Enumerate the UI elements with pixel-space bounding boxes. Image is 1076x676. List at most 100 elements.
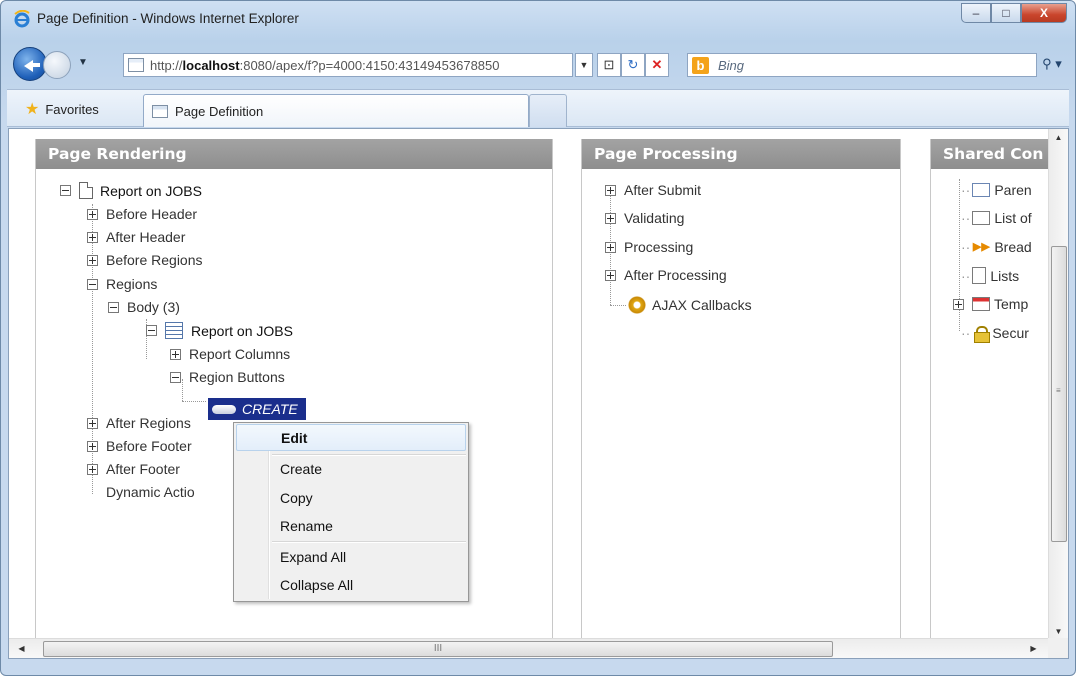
- tree-item-create-button[interactable]: CREATE: [208, 398, 306, 420]
- expand-icon[interactable]: [605, 184, 616, 196]
- tree-item-label: After Processing: [624, 267, 727, 283]
- tree-item-region-buttons[interactable]: Region Buttons: [170, 369, 285, 385]
- tree-item-label: Regions: [106, 276, 158, 292]
- minimize-button[interactable]: –: [961, 3, 991, 23]
- address-dropdown-icon[interactable]: ▼: [575, 53, 593, 77]
- tree-item-breadcrumbs[interactable]: ·· ▶▶ Bread: [961, 239, 1032, 255]
- refresh-icon[interactable]: ↻: [621, 53, 645, 77]
- tree-item-body[interactable]: Body (3): [108, 299, 180, 315]
- vertical-scrollbar[interactable]: ▲ ≡ ▼: [1048, 129, 1068, 640]
- tree-item-label: Temp: [994, 296, 1029, 312]
- menu-item-rename[interactable]: Rename: [236, 513, 466, 540]
- tree-item-report[interactable]: Report on JOBS: [146, 322, 293, 339]
- ie-logo-icon: [14, 10, 30, 28]
- tree-item-before-header[interactable]: Before Header: [87, 206, 197, 222]
- scroll-up-icon[interactable]: ▲: [1049, 129, 1068, 146]
- address-bar[interactable]: http://localhost:8080/apex/f?p=4000:4150…: [123, 53, 573, 77]
- tree-item-after-footer[interactable]: After Footer: [87, 461, 180, 477]
- expand-icon[interactable]: [87, 440, 98, 452]
- navigation-bar: ▼ http://localhost:8080/apex/f?p=4000:41…: [7, 47, 1069, 83]
- tree-item-after-header[interactable]: After Header: [87, 229, 185, 245]
- stop-icon[interactable]: ✕: [645, 53, 669, 77]
- maximize-button[interactable]: □: [991, 3, 1021, 23]
- scroll-right-icon[interactable]: ▶: [1025, 639, 1042, 658]
- search-placeholder: Bing: [718, 58, 745, 73]
- expand-icon[interactable]: [87, 231, 98, 243]
- search-icon[interactable]: ⚲ ▾: [1037, 53, 1067, 77]
- new-tab-button[interactable]: [529, 94, 567, 127]
- tree-item-before-regions[interactable]: Before Regions: [87, 252, 203, 268]
- url-path: :8080/apex/f?p=4000:4150:43149453678850: [239, 58, 500, 73]
- expand-icon[interactable]: [87, 463, 98, 475]
- collapse-icon[interactable]: [108, 301, 119, 313]
- horizontal-scroll-thumb[interactable]: III: [43, 641, 833, 657]
- menu-item-copy[interactable]: Copy: [236, 485, 466, 512]
- menu-item-collapse-all[interactable]: Collapse All: [236, 572, 466, 599]
- favorites-bar: ★ Favorites Page Definition: [7, 89, 1069, 127]
- tree-item-label: Report on JOBS: [191, 322, 293, 339]
- horizontal-scrollbar[interactable]: ◀ III ▶: [9, 638, 1050, 658]
- tree-item-label: Before Footer: [106, 438, 192, 454]
- url-host: localhost: [182, 58, 240, 73]
- tree-item-after-processing[interactable]: After Processing: [605, 267, 727, 283]
- search-box[interactable]: b Bing: [687, 53, 1037, 77]
- page-icon: [79, 182, 93, 199]
- expand-icon[interactable]: [605, 241, 616, 253]
- expand-icon[interactable]: [170, 348, 181, 360]
- tree-item-label: Region Buttons: [189, 369, 285, 385]
- tree-item-label: After Submit: [624, 182, 702, 198]
- expand-icon[interactable]: [87, 208, 98, 220]
- tree-item-after-submit[interactable]: After Submit: [605, 182, 701, 198]
- address-url[interactable]: http://localhost:8080/apex/f?p=4000:4150…: [150, 58, 554, 73]
- expand-icon[interactable]: [605, 212, 616, 224]
- expand-icon[interactable]: [87, 254, 98, 266]
- tree-item-label: Dynamic Actio: [106, 484, 195, 500]
- tree-item-label: Bread: [994, 239, 1032, 255]
- template-icon: [972, 297, 990, 311]
- tree-item-ajax-callbacks[interactable]: AJAX Callbacks: [628, 296, 752, 314]
- tree-item-lists[interactable]: ·· Lists: [961, 267, 1019, 284]
- expand-icon[interactable]: [605, 269, 616, 281]
- tree-line: [182, 401, 206, 402]
- tab-page-definition[interactable]: Page Definition: [143, 94, 529, 127]
- favorites-button[interactable]: ★ Favorites: [25, 99, 99, 119]
- collapse-icon[interactable]: [170, 371, 181, 383]
- tree-item-label: After Header: [106, 229, 186, 245]
- tree-root[interactable]: Report on JOBS: [60, 182, 202, 199]
- window-title: Page Definition - Windows Internet Explo…: [37, 11, 299, 26]
- tree-item-parent[interactable]: ·· Paren: [961, 182, 1032, 198]
- collapse-icon[interactable]: [146, 325, 157, 336]
- tree-item-dynamic-actions[interactable]: Dynamic Actio: [106, 484, 195, 500]
- list-of-values-icon: [972, 211, 991, 225]
- tree-item-regions[interactable]: Regions: [87, 276, 157, 292]
- tree-item-templates[interactable]: Temp: [953, 296, 1028, 312]
- vertical-scroll-thumb[interactable]: ≡: [1051, 246, 1067, 542]
- forward-button[interactable]: [43, 51, 71, 79]
- expand-icon[interactable]: [953, 298, 964, 310]
- tree-item-security[interactable]: ·· Secur: [961, 325, 1029, 343]
- tree-item-label: Secur: [992, 325, 1029, 341]
- browser-window: Page Definition - Windows Internet Explo…: [0, 0, 1076, 676]
- tree-item-label: Before Header: [106, 206, 198, 222]
- compatibility-view-icon[interactable]: ⊡: [597, 53, 621, 77]
- tree-item-processing[interactable]: Processing: [605, 239, 693, 255]
- recent-pages-dropdown-icon[interactable]: ▼: [75, 57, 91, 71]
- tree-item-before-footer[interactable]: Before Footer: [87, 438, 192, 454]
- back-button[interactable]: [13, 47, 47, 81]
- collapse-icon[interactable]: [87, 278, 98, 290]
- tree-item-label: Lists: [990, 267, 1020, 284]
- scroll-left-icon[interactable]: ◀: [13, 639, 30, 658]
- menu-item-edit[interactable]: Edit: [236, 424, 466, 451]
- menu-item-expand-all[interactable]: Expand All: [236, 544, 466, 571]
- tree-item-validating[interactable]: Validating: [605, 210, 684, 226]
- collapse-icon[interactable]: [60, 185, 71, 196]
- menu-item-create[interactable]: Create: [236, 456, 466, 483]
- close-button[interactable]: X: [1021, 3, 1067, 23]
- tree-item-after-regions[interactable]: After Regions: [87, 415, 191, 431]
- tree-item-list-of-values[interactable]: ·· List of: [961, 210, 1032, 226]
- bing-icon: b: [692, 57, 709, 74]
- tree-item-report-columns[interactable]: Report Columns: [170, 346, 290, 362]
- report-icon: [165, 322, 183, 339]
- expand-icon[interactable]: [87, 417, 98, 429]
- menu-separator: [272, 541, 466, 543]
